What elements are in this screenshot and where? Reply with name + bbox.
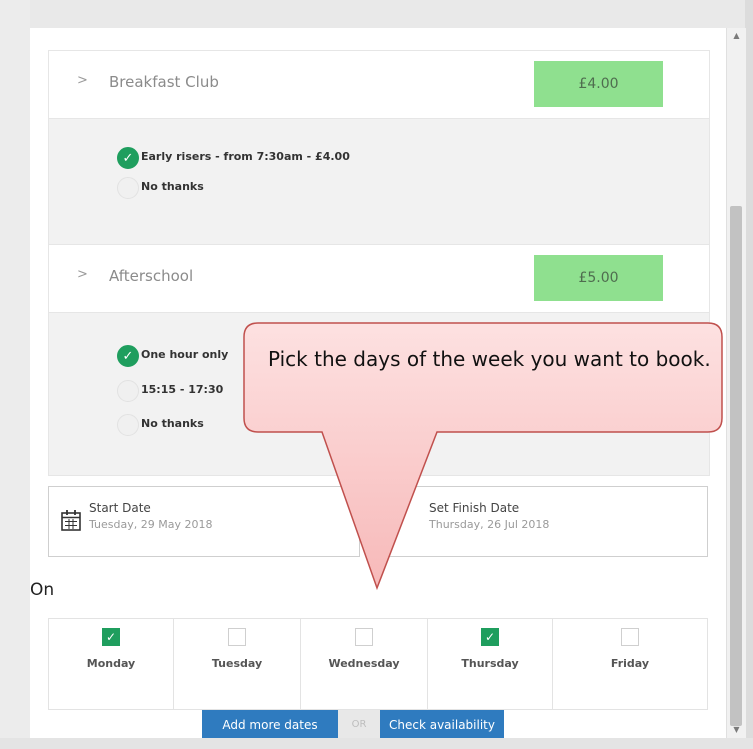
callout-text: Pick the days of the week you want to bo… bbox=[268, 347, 711, 371]
